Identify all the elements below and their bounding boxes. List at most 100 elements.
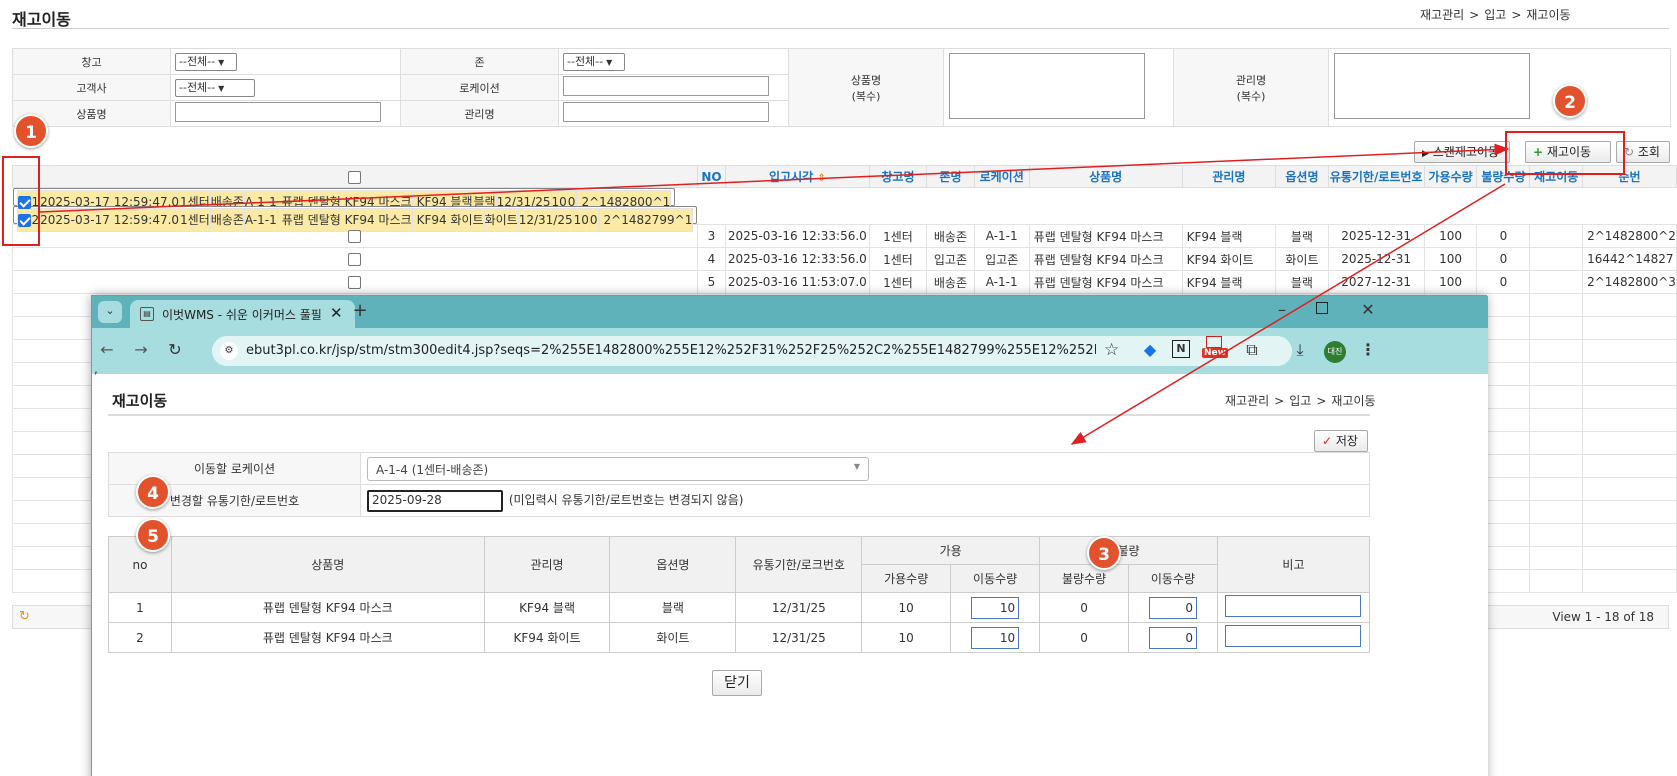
breadcrumb-item[interactable]: 재고관리: [1420, 8, 1464, 22]
menu-dots-icon[interactable]: ⋮: [1358, 340, 1378, 360]
note-field[interactable]: [1225, 595, 1362, 617]
cell-bad: 0: [1476, 270, 1531, 294]
avail-move-value[interactable]: 10: [971, 626, 1020, 649]
col-no[interactable]: NO: [696, 165, 727, 188]
cell-move: [1529, 270, 1584, 294]
cell-empty: [1582, 500, 1677, 524]
popup-title: 재고이동: [112, 392, 168, 410]
forward-icon[interactable]: →: [130, 340, 152, 360]
breadcrumb-item[interactable]: 입고: [1484, 8, 1506, 22]
cell-empty: [1529, 408, 1584, 432]
save-button[interactable]: ✓ 저장: [1314, 430, 1368, 452]
annotation-badge-2: 2: [1553, 84, 1587, 118]
cell-product: 퓨랩 덴탈형 KF94 마스크: [1028, 224, 1183, 248]
bad-move-value[interactable]: 0: [1148, 626, 1197, 649]
bad-move-input[interactable]: 0: [1128, 622, 1218, 653]
col-time[interactable]: 입고시각 ⇕: [725, 165, 870, 188]
new-extension-icon[interactable]: New: [1202, 336, 1228, 360]
product-multi-textarea[interactable]: [949, 53, 1145, 119]
note-field[interactable]: [1225, 625, 1362, 647]
th-avail-move: 이동수량: [950, 564, 1041, 593]
scan-move-button[interactable]: ▶ 스캔재고이동: [1414, 141, 1510, 163]
play-icon: ▶: [1422, 149, 1429, 159]
cell-empty: [1582, 316, 1677, 340]
product-input[interactable]: [175, 102, 381, 122]
annotation-badge-5: 5: [136, 518, 170, 552]
avail-move-value[interactable]: 10: [971, 596, 1020, 619]
browser-tab[interactable]: ▤ 이벗WMS - 쉬운 이커머스 풀필 ✕: [130, 300, 355, 328]
cell-empty: [1582, 569, 1677, 593]
tab-list-icon[interactable]: ⌄: [98, 301, 122, 323]
row-checkbox[interactable]: [12, 247, 698, 271]
bookmark-star-icon[interactable]: ☆: [1104, 340, 1119, 360]
reload-icon[interactable]: ↻: [19, 609, 30, 624]
col-option[interactable]: 옵션명: [1275, 165, 1329, 188]
cell-zone: 배송존: [209, 208, 245, 232]
cell-bad: 0: [1476, 224, 1531, 248]
note-input[interactable]: [1216, 622, 1371, 653]
col-expiry[interactable]: 유통기한/로트번호: [1327, 165, 1425, 188]
table-row[interactable]: 5 2025-03-16 11:53:07.0 1센터 배송존 A-1-1 퓨랩 덴탈형 …: [12, 270, 1677, 294]
avail-move-input[interactable]: 10: [950, 622, 1041, 653]
select-all-checkbox[interactable]: [12, 165, 698, 188]
table-row[interactable]: 4 2025-03-16 12:33:56.0 1센터 입고존 입고존 퓨랩 덴탈형 KF…: [12, 247, 1677, 271]
cell-avail: 100: [1423, 247, 1478, 271]
bad-move-value[interactable]: 0: [1148, 596, 1197, 619]
close-button[interactable]: 닫기: [712, 670, 762, 696]
cell-empty: [1529, 362, 1584, 386]
zone-select[interactable]: --전체-- ▼: [563, 52, 625, 71]
cell-product: 퓨랩 덴탈형 KF94 마스크: [1028, 247, 1183, 271]
close-window-icon[interactable]: ✕: [1358, 300, 1378, 320]
maximize-icon[interactable]: [1316, 302, 1328, 314]
cell-exp: 12/31/25: [735, 592, 863, 623]
location-label: 로케이션: [400, 74, 559, 101]
cell-exp: 12/31/25: [735, 622, 863, 653]
row-checkbox[interactable]: [12, 270, 698, 294]
back-icon[interactable]: ←: [96, 340, 118, 360]
reload-page-icon[interactable]: ↻: [164, 340, 186, 360]
cell-empty: [1529, 316, 1584, 340]
bad-move-input[interactable]: 0: [1128, 592, 1218, 623]
breadcrumb-item[interactable]: 입고: [1289, 394, 1311, 408]
col-manage[interactable]: 관리명: [1181, 165, 1277, 188]
col-avail[interactable]: 가용수량: [1423, 165, 1478, 188]
col-zone[interactable]: 존명: [926, 165, 975, 188]
move-location-select[interactable]: A-1-4 (1센터-배송존) ▼: [367, 456, 869, 481]
table-row[interactable]: 2 2025-03-17 12:59:47.0 1센터 배송존 A-1-1 퓨랩 덴탈형 …: [12, 206, 698, 232]
avail-move-input[interactable]: 10: [950, 592, 1041, 623]
notion-icon[interactable]: N: [1172, 340, 1190, 358]
cell-empty: [1529, 500, 1584, 524]
profile-avatar[interactable]: 대진: [1324, 341, 1346, 363]
cell-expiry: 12/31/25: [517, 208, 574, 232]
warehouse-select[interactable]: --전체-- ▼: [175, 52, 237, 71]
change-exp-input[interactable]: 2025-09-28: [367, 489, 503, 512]
site-info-icon[interactable]: ⚙: [220, 342, 238, 360]
table-row[interactable]: 1 2025-03-17 12:59:47.0 1센터 배송존 A-1-1 퓨랩 덴탈형 …: [12, 188, 676, 214]
puzzle-icon[interactable]: ⧉: [1242, 340, 1262, 360]
cell-product: 퓨랩 덴탈형 KF94 마스크: [276, 208, 413, 232]
manage-multi-textarea[interactable]: [1334, 53, 1530, 119]
new-tab-icon[interactable]: +: [350, 301, 370, 321]
col-product[interactable]: 상품명: [1028, 165, 1183, 188]
extension-icon[interactable]: ◆: [1140, 340, 1160, 360]
manage-input[interactable]: [563, 102, 769, 122]
annotation-badge-4: 4: [136, 475, 170, 509]
stray-tick: ,: [94, 362, 98, 376]
cell-empty: [1582, 523, 1677, 547]
cell-empty: [1529, 293, 1584, 317]
cell-location: A-1-1: [243, 208, 278, 232]
breadcrumb-item[interactable]: 재고이동: [1331, 394, 1375, 408]
customer-select[interactable]: --전체-- ▼: [175, 78, 255, 97]
location-input[interactable]: [563, 76, 769, 96]
col-location[interactable]: 로케이션: [973, 165, 1030, 188]
breadcrumb-item[interactable]: 재고이동: [1526, 8, 1570, 22]
address-bar[interactable]: ⚙ ebut3pl.co.kr/jsp/stm/stm300edit4.jsp?…: [212, 336, 1292, 366]
tab-close-icon[interactable]: ✕: [330, 304, 343, 322]
cell-no: 2: [108, 622, 172, 653]
download-icon[interactable]: ⤓: [1290, 340, 1310, 360]
th-avail-group: 가용: [861, 536, 1041, 565]
col-warehouse[interactable]: 창고명: [868, 165, 928, 188]
minimize-icon[interactable]: –: [1272, 300, 1292, 320]
note-input[interactable]: [1216, 592, 1371, 623]
breadcrumb-item[interactable]: 재고관리: [1225, 394, 1269, 408]
